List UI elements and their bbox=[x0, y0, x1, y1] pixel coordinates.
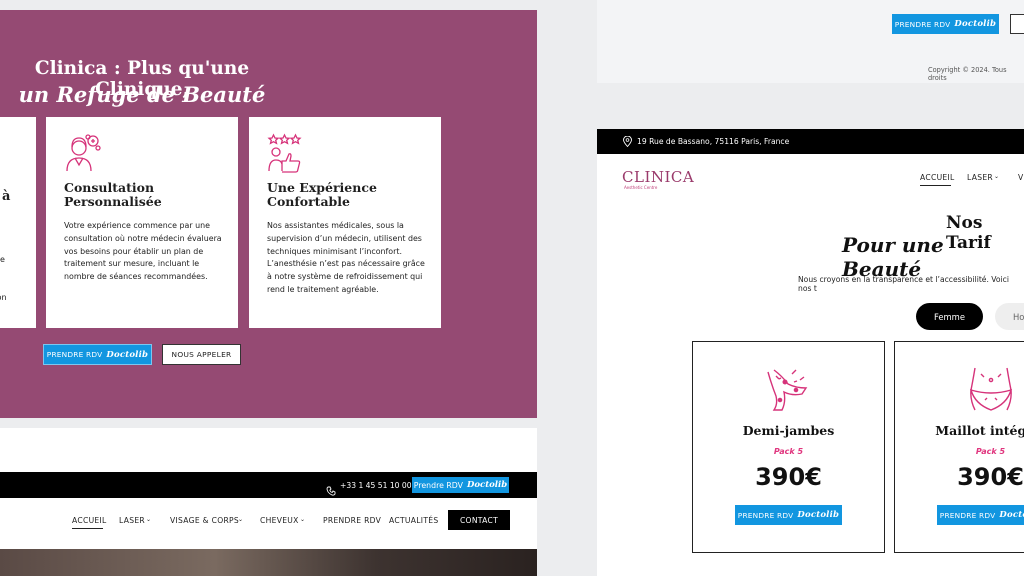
service-name: Demi-jambes bbox=[742, 423, 835, 438]
copyright-text: Copyright © 2024. Tous droits bbox=[928, 66, 1007, 82]
logo-text: CLINICA bbox=[622, 168, 695, 186]
button-label: Prendre RDV bbox=[413, 480, 463, 490]
tarifs-page-preview: 19 Rue de Bassano, 75116 Paris, France C… bbox=[597, 129, 1024, 576]
nav-item-prendre-rdv[interactable]: PRENDRE RDV bbox=[323, 516, 381, 525]
price-value: 390€ bbox=[957, 463, 1024, 491]
price-value: 390€ bbox=[755, 463, 822, 491]
doctolib-logo: Doctolib bbox=[797, 510, 840, 520]
tab-homme[interactable]: Ho bbox=[995, 303, 1024, 330]
hero-image bbox=[0, 549, 537, 576]
card-text: Nos assistantes médicales, sous la super… bbox=[267, 221, 425, 294]
nav-item-accueil[interactable]: ACCUEIL bbox=[920, 173, 955, 182]
prendre-rdv-button[interactable]: PRENDRE RDV Doctolib bbox=[892, 14, 999, 34]
button-label: PRENDRE RDV bbox=[939, 510, 996, 520]
card-title-line: Confortable bbox=[267, 194, 350, 209]
nav-item-partial[interactable]: V bbox=[1018, 173, 1024, 182]
why-clinica-section: Clinica : Plus qu'une Clinique, un Refug… bbox=[0, 10, 537, 418]
chevron-down-icon: ⌄ bbox=[238, 516, 244, 523]
feature-card-consultation: Consultation Personnalisée Votre expérie… bbox=[46, 117, 238, 328]
nav-item-laser[interactable]: LASER bbox=[967, 173, 993, 182]
pack-label: Pack 5 bbox=[773, 447, 804, 456]
prendre-rdv-button[interactable]: PRENDRE RDV Doctolib bbox=[735, 505, 842, 525]
doctor-consultation-icon bbox=[64, 133, 102, 173]
button-label: NOUS APPELER bbox=[171, 350, 232, 359]
button-label: PRENDRE RDV bbox=[894, 19, 951, 29]
prendre-rdv-button[interactable]: PRENDRE RDV Doctolib bbox=[43, 344, 152, 365]
doctolib-logo: Doctolib bbox=[954, 19, 997, 29]
phone-number[interactable]: +33 1 45 51 10 00 bbox=[340, 481, 412, 490]
feature-card-partial: à e ision bbox=[0, 117, 36, 328]
clinica-logo[interactable]: CLINICA Aesthetic Centre bbox=[622, 167, 694, 190]
card-title: Une Expérience Confortable bbox=[267, 181, 437, 209]
card-title-line: Personnalisée bbox=[64, 194, 162, 209]
chevron-down-icon: ⌄ bbox=[994, 173, 1000, 180]
card-title-line: Consultation bbox=[64, 180, 155, 195]
section-subtitle: un Refuge de Beauté bbox=[18, 82, 266, 107]
top-bar: +33 1 45 51 10 00 Prendre RDV Doctolib bbox=[0, 472, 537, 498]
feature-card-comfort: Une Expérience Confortable Nos assistant… bbox=[249, 117, 441, 328]
active-underline bbox=[72, 528, 103, 529]
nav-item-cheveux[interactable]: CHEVEUX bbox=[260, 516, 299, 525]
nav-item-accueil[interactable]: ACCUEIL bbox=[72, 516, 107, 525]
active-underline bbox=[920, 185, 951, 186]
card-title-line: Une Expérience bbox=[267, 180, 377, 195]
top-bar: 19 Rue de Bassano, 75116 Paris, France bbox=[597, 129, 1024, 154]
prendre-rdv-button[interactable]: PRENDRE RDV Doctolib bbox=[937, 505, 1024, 525]
location-pin-icon bbox=[623, 135, 632, 149]
chevron-down-icon: ⌄ bbox=[146, 516, 152, 523]
thumbs-up-stars-icon bbox=[267, 133, 305, 173]
legs-laser-icon bbox=[762, 366, 814, 418]
doctolib-logo: Doctolib bbox=[106, 349, 149, 360]
address-text: 19 Rue de Bassano, 75116 Paris, France bbox=[637, 137, 790, 146]
bikini-laser-icon bbox=[965, 366, 1017, 418]
price-card-maillot-integral: Maillot intégral Pack 5 390€ PRENDRE RDV… bbox=[894, 341, 1024, 553]
nav-item-actualites[interactable]: ACTUALITÉS bbox=[389, 516, 438, 525]
doctolib-logo: Doctolib bbox=[999, 510, 1024, 520]
tab-femme[interactable]: Femme bbox=[916, 303, 983, 330]
card-text: Votre expérience commence par une consul… bbox=[64, 221, 222, 282]
prendre-rdv-button[interactable]: Prendre RDV Doctolib bbox=[412, 477, 509, 493]
nav-item-laser[interactable]: LASER bbox=[119, 516, 145, 525]
button-label: PRENDRE RDV bbox=[46, 350, 103, 359]
doctolib-logo: Doctolib bbox=[467, 480, 508, 490]
chevron-down-icon: ⌄ bbox=[300, 516, 306, 523]
card-text-fragment: ision bbox=[0, 293, 7, 302]
intro-text: Nous croyons en la transparence et l’acc… bbox=[798, 275, 1009, 293]
service-name: Maillot intégral bbox=[935, 423, 1024, 438]
pack-label: Pack 5 bbox=[975, 447, 1006, 456]
price-card-demi-jambes: Demi-jambes Pack 5 390€ PRENDRE RDV Doct… bbox=[692, 341, 885, 553]
card-title: Consultation Personnalisée bbox=[64, 181, 234, 209]
secondary-button-partial[interactable] bbox=[1010, 14, 1024, 34]
button-label: PRENDRE RDV bbox=[737, 510, 794, 520]
card-title-fragment: à bbox=[2, 189, 11, 204]
call-button[interactable]: NOUS APPELER bbox=[162, 344, 241, 365]
main-nav: ACCUEIL LASER ⌄ VISAGE & CORPS ⌄ CHEVEUX… bbox=[0, 498, 537, 553]
header-preview-left: +33 1 45 51 10 00 Prendre RDV Doctolib A… bbox=[0, 428, 537, 576]
footer-preview: PRENDRE RDV Doctolib Copyright © 2024. T… bbox=[597, 0, 1024, 83]
page-subtitle: Pour une Beauté bbox=[842, 233, 944, 281]
contact-button[interactable]: CONTACT bbox=[448, 510, 510, 530]
nav-item-visage-corps[interactable]: VISAGE & CORPS bbox=[170, 516, 239, 525]
card-text-fragment: e bbox=[0, 255, 5, 264]
